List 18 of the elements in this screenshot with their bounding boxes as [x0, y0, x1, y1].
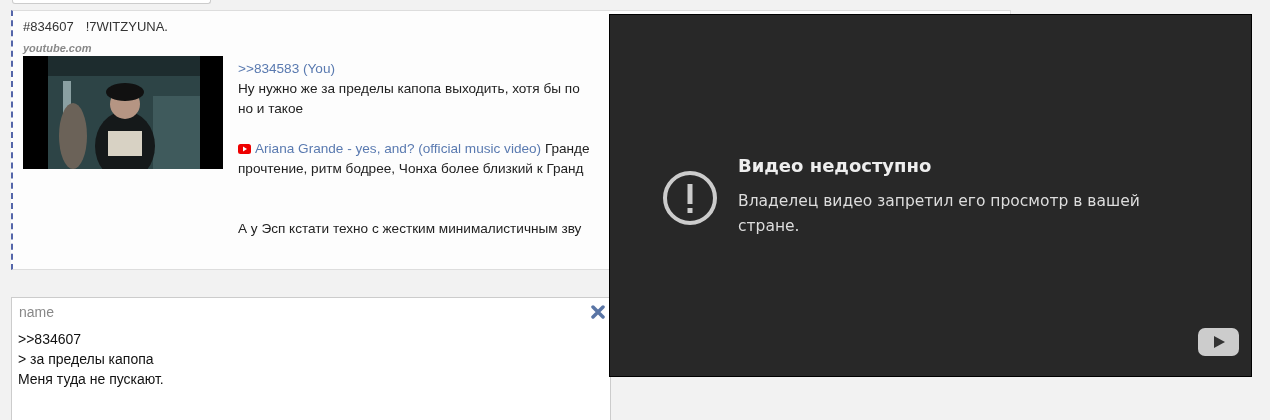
post-text: прочтение, ритм бодрее, Чонха более близкий к Гранд	[238, 160, 585, 178]
warning-icon	[662, 170, 718, 226]
post-number[interactable]: #834607	[23, 17, 74, 37]
post-text: но и такое	[238, 100, 305, 118]
close-icon[interactable]	[591, 305, 605, 319]
video-icon	[238, 144, 251, 154]
reply-link[interactable]: >>834583 (You)	[238, 61, 335, 76]
embed-source: youtube.com	[23, 40, 93, 56]
error-title: Видео недоступно	[738, 154, 933, 178]
post-text: Гранде	[544, 141, 590, 156]
error-message: Владелец видео запретил его просмотр в вашей стране.	[738, 191, 1141, 237]
tripcode: !7WITZYUNA.	[85, 18, 168, 36]
post-text: А у Эсп кстати техно с жестким минималистичным зву	[238, 220, 583, 238]
message-field[interactable]: >>834607 > за пределы капопа Меня туда не пускают.	[11, 327, 611, 420]
name-field[interactable]: name	[11, 297, 611, 327]
video-link[interactable]: Ariana Grande - yes, and? (official music video)	[255, 141, 542, 156]
play-logo-icon[interactable]	[1198, 328, 1239, 356]
post-text: Ну нужно же за пределы капопа выходить, хотя бы по	[238, 80, 581, 98]
